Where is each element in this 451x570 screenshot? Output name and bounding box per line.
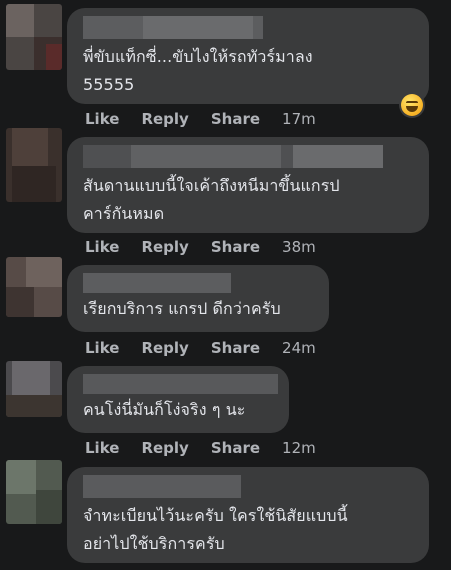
comment-bubble: สันดานแบบนี้ใจเค้าถึงหนีมาขึ้นแกรป คาร์ก… bbox=[67, 137, 429, 233]
laughing-emoji-icon bbox=[401, 94, 423, 116]
commenter-name-blurred[interactable] bbox=[83, 273, 317, 293]
like-button[interactable]: Like bbox=[85, 439, 119, 457]
commenter-name-blurred[interactable] bbox=[83, 475, 417, 498]
reply-button[interactable]: Reply bbox=[141, 238, 188, 256]
like-button[interactable]: Like bbox=[85, 339, 119, 357]
reply-button[interactable]: Reply bbox=[141, 110, 188, 128]
avatar[interactable] bbox=[6, 460, 62, 524]
reaction-badge[interactable] bbox=[399, 92, 425, 118]
share-button[interactable]: Share bbox=[211, 110, 260, 128]
reply-button[interactable]: Reply bbox=[141, 439, 188, 457]
comment-bubble: คนโง่นี่มันก็โง่จริง ๆ นะ bbox=[67, 366, 289, 433]
commenter-name-blurred[interactable] bbox=[83, 145, 417, 168]
commenter-name-blurred[interactable] bbox=[83, 16, 417, 39]
avatar[interactable] bbox=[6, 4, 62, 70]
reply-button[interactable]: Reply bbox=[141, 339, 188, 357]
comment-text: จำทะเบียนไว้นะครับ ใครใช้นิสัยแบบนี้ อย่… bbox=[83, 506, 348, 553]
comment-text: พี่ขับแท็กซี่...ขับไงให้รถทัวร์มาลง 5555… bbox=[83, 47, 313, 94]
commenter-name-blurred[interactable] bbox=[83, 374, 278, 394]
timestamp[interactable]: 17m bbox=[282, 110, 316, 128]
share-button[interactable]: Share bbox=[211, 238, 260, 256]
like-button[interactable]: Like bbox=[85, 110, 119, 128]
timestamp[interactable]: 38m bbox=[282, 238, 316, 256]
comment-actions: Like Reply Share 17m bbox=[85, 110, 316, 128]
comment-bubble: จำทะเบียนไว้นะครับ ใครใช้นิสัยแบบนี้ อย่… bbox=[67, 467, 429, 563]
comment-text: เรียกบริการ แกรป ดีกว่าครับ bbox=[83, 299, 281, 318]
comment-actions: Like Reply Share 24m bbox=[85, 339, 316, 357]
comment-actions: Like Reply Share 12m bbox=[85, 439, 316, 457]
share-button[interactable]: Share bbox=[211, 439, 260, 457]
comment-text: สันดานแบบนี้ใจเค้าถึงหนีมาขึ้นแกรป คาร์ก… bbox=[83, 176, 340, 223]
timestamp[interactable]: 12m bbox=[282, 439, 316, 457]
share-button[interactable]: Share bbox=[211, 339, 260, 357]
avatar[interactable] bbox=[6, 257, 62, 317]
avatar[interactable] bbox=[6, 361, 62, 417]
like-button[interactable]: Like bbox=[85, 238, 119, 256]
comment-bubble: เรียกบริการ แกรป ดีกว่าครับ bbox=[67, 265, 329, 332]
comment-actions: Like Reply Share 38m bbox=[85, 238, 316, 256]
timestamp[interactable]: 24m bbox=[282, 339, 316, 357]
comment-text: คนโง่นี่มันก็โง่จริง ๆ นะ bbox=[83, 400, 246, 419]
avatar[interactable] bbox=[6, 128, 62, 202]
comment-bubble: พี่ขับแท็กซี่...ขับไงให้รถทัวร์มาลง 5555… bbox=[67, 8, 429, 104]
